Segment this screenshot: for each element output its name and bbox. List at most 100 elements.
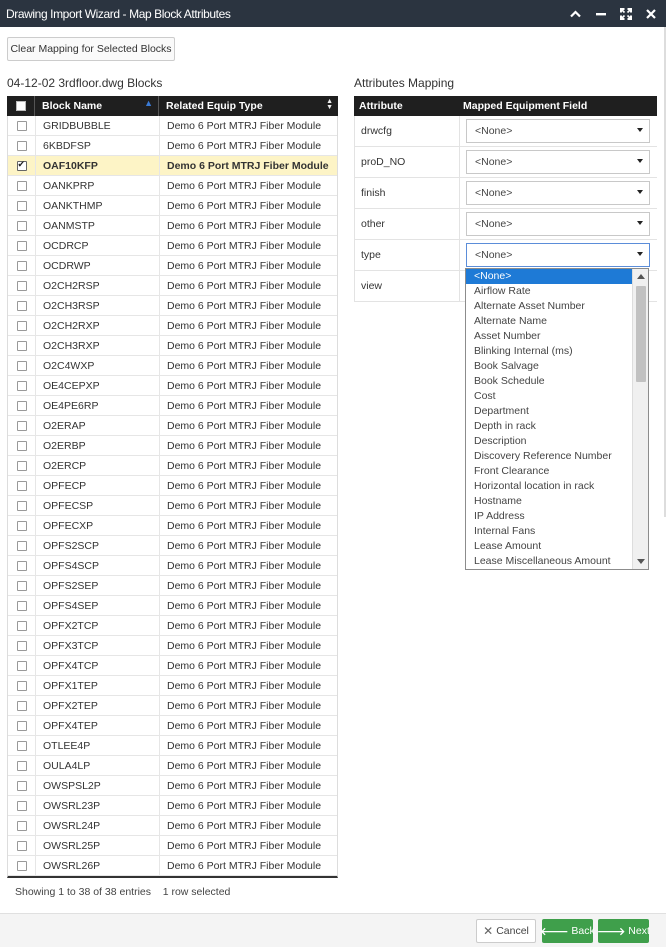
row-checkbox[interactable]: [16, 860, 27, 871]
row-checkbox[interactable]: [16, 320, 27, 331]
row-checkbox[interactable]: [16, 120, 27, 131]
table-row[interactable]: OULA4LP Demo 6 Port MTRJ Fiber Module: [8, 756, 337, 776]
table-row[interactable]: OPFS2SEP Demo 6 Port MTRJ Fiber Module: [8, 576, 337, 596]
column-related-equip-type[interactable]: Related Equip Type ▲ ▼: [159, 96, 338, 116]
table-row[interactable]: O2CH3RSP Demo 6 Port MTRJ Fiber Module: [8, 296, 337, 316]
row-checkbox[interactable]: [16, 260, 27, 271]
minimize-icon[interactable]: [593, 6, 608, 21]
table-row[interactable]: OPFS4SCP Demo 6 Port MTRJ Fiber Module: [8, 556, 337, 576]
table-row[interactable]: OWSRL25P Demo 6 Port MTRJ Fiber Module: [8, 836, 337, 856]
mapped-field-dropdown-list[interactable]: <None> Airflow Rate Alternate Asset Number…: [465, 268, 649, 570]
expand-icon[interactable]: [618, 6, 633, 21]
table-row[interactable]: O2CH3RXP Demo 6 Port MTRJ Fiber Module: [8, 336, 337, 356]
select-all-checkbox[interactable]: [15, 101, 26, 111]
row-checkbox[interactable]: [16, 720, 27, 731]
close-icon[interactable]: [643, 6, 658, 21]
dropdown-option[interactable]: Asset Number: [466, 329, 632, 344]
table-row[interactable]: OANKTHMP Demo 6 Port MTRJ Fiber Module: [8, 196, 337, 216]
table-row[interactable]: O2CH2RXP Demo 6 Port MTRJ Fiber Module: [8, 316, 337, 336]
table-row[interactable]: O2ERAP Demo 6 Port MTRJ Fiber Module: [8, 416, 337, 436]
dropdown-scrollbar[interactable]: [632, 269, 648, 569]
dropdown-option[interactable]: Book Salvage: [466, 359, 632, 374]
table-row[interactable]: OANMSTP Demo 6 Port MTRJ Fiber Module: [8, 216, 337, 236]
row-checkbox[interactable]: [16, 380, 27, 391]
row-checkbox[interactable]: [16, 760, 27, 771]
mapped-field-select[interactable]: <None>: [466, 181, 650, 205]
table-row[interactable]: 6KBDFSP Demo 6 Port MTRJ Fiber Module: [8, 136, 337, 156]
table-row[interactable]: GRIDBUBBLE Demo 6 Port MTRJ Fiber Module: [8, 116, 337, 136]
dropdown-option[interactable]: Internal Fans: [466, 524, 632, 539]
row-checkbox[interactable]: [16, 640, 27, 651]
scroll-down-icon[interactable]: [637, 559, 645, 564]
table-row[interactable]: OWSPSL2P Demo 6 Port MTRJ Fiber Module: [8, 776, 337, 796]
row-checkbox[interactable]: [16, 240, 27, 251]
table-row[interactable]: OPFS4SEP Demo 6 Port MTRJ Fiber Module: [8, 596, 337, 616]
dropdown-option[interactable]: Discovery Reference Number: [466, 449, 632, 464]
table-row[interactable]: OPFECXP Demo 6 Port MTRJ Fiber Module: [8, 516, 337, 536]
table-row[interactable]: OWSRL24P Demo 6 Port MTRJ Fiber Module: [8, 816, 337, 836]
row-checkbox[interactable]: [16, 740, 27, 751]
mapped-field-select[interactable]: <None>: [466, 150, 650, 174]
table-row[interactable]: OTLEE4P Demo 6 Port MTRJ Fiber Module: [8, 736, 337, 756]
row-checkbox[interactable]: [16, 840, 27, 851]
dropdown-option[interactable]: Front Clearance: [466, 464, 632, 479]
row-checkbox[interactable]: [16, 620, 27, 631]
table-row[interactable]: OWSRL26P Demo 6 Port MTRJ Fiber Module: [8, 856, 337, 876]
row-checkbox[interactable]: [16, 360, 27, 371]
table-row[interactable]: OPFX3TCP Demo 6 Port MTRJ Fiber Module: [8, 636, 337, 656]
dropdown-option[interactable]: Lease Miscellaneous Amount: [466, 554, 632, 569]
table-row[interactable]: OE4PE6RP Demo 6 Port MTRJ Fiber Module: [8, 396, 337, 416]
row-checkbox[interactable]: [16, 180, 27, 191]
table-row[interactable]: O2ERCP Demo 6 Port MTRJ Fiber Module: [8, 456, 337, 476]
dropdown-option[interactable]: Lease Amount: [466, 539, 632, 554]
chevron-up-icon[interactable]: [568, 6, 583, 21]
table-row[interactable]: OPFX4TCP Demo 6 Port MTRJ Fiber Module: [8, 656, 337, 676]
table-row[interactable]: OPFX4TEP Demo 6 Port MTRJ Fiber Module: [8, 716, 337, 736]
row-checkbox[interactable]: [16, 159, 27, 171]
row-checkbox[interactable]: [16, 520, 27, 531]
row-checkbox[interactable]: [16, 800, 27, 811]
table-row[interactable]: O2C4WXP Demo 6 Port MTRJ Fiber Module: [8, 356, 337, 376]
row-checkbox[interactable]: [16, 340, 27, 351]
row-checkbox[interactable]: [16, 440, 27, 451]
row-checkbox[interactable]: [16, 460, 27, 471]
scroll-thumb[interactable]: [636, 286, 646, 382]
dropdown-option[interactable]: Department: [466, 404, 632, 419]
scroll-up-icon[interactable]: [637, 274, 645, 279]
row-checkbox[interactable]: [16, 280, 27, 291]
row-checkbox[interactable]: [16, 560, 27, 571]
row-checkbox[interactable]: [16, 200, 27, 211]
dropdown-option[interactable]: Alternate Name: [466, 314, 632, 329]
dropdown-option[interactable]: Cost: [466, 389, 632, 404]
row-checkbox[interactable]: [16, 540, 27, 551]
table-row[interactable]: OPFECSP Demo 6 Port MTRJ Fiber Module: [8, 496, 337, 516]
row-checkbox[interactable]: [16, 220, 27, 231]
dropdown-option[interactable]: Airflow Rate: [466, 284, 632, 299]
row-checkbox[interactable]: [16, 400, 27, 411]
dropdown-option[interactable]: Alternate Asset Number: [466, 299, 632, 314]
table-row[interactable]: OANKPRP Demo 6 Port MTRJ Fiber Module: [8, 176, 337, 196]
dropdown-option[interactable]: Hostname: [466, 494, 632, 509]
row-checkbox[interactable]: [16, 500, 27, 511]
row-checkbox[interactable]: [16, 600, 27, 611]
table-row[interactable]: OE4CEPXP Demo 6 Port MTRJ Fiber Module: [8, 376, 337, 396]
table-row[interactable]: OWSRL23P Demo 6 Port MTRJ Fiber Module: [8, 796, 337, 816]
table-row[interactable]: OCDRWP Demo 6 Port MTRJ Fiber Module: [8, 256, 337, 276]
mapped-field-select[interactable]: <None>: [466, 243, 650, 267]
row-checkbox[interactable]: [16, 480, 27, 491]
mapped-field-select[interactable]: <None>: [466, 119, 650, 143]
row-checkbox[interactable]: [16, 140, 27, 151]
dropdown-option[interactable]: Book Schedule: [466, 374, 632, 389]
table-row[interactable]: OPFX2TEP Demo 6 Port MTRJ Fiber Module: [8, 696, 337, 716]
row-checkbox[interactable]: [16, 780, 27, 791]
row-checkbox[interactable]: [16, 580, 27, 591]
row-checkbox[interactable]: [16, 420, 27, 431]
column-block-name[interactable]: Block Name ▲: [35, 96, 159, 116]
cancel-button[interactable]: ✕ Cancel: [476, 919, 536, 943]
table-row[interactable]: O2ERBP Demo 6 Port MTRJ Fiber Module: [8, 436, 337, 456]
row-checkbox[interactable]: [16, 660, 27, 671]
mapped-field-select[interactable]: <None>: [466, 212, 650, 236]
table-row[interactable]: OPFX1TEP Demo 6 Port MTRJ Fiber Module: [8, 676, 337, 696]
back-button[interactable]: 🡐 Back: [540, 919, 595, 943]
dropdown-option[interactable]: IP Address: [466, 509, 632, 524]
